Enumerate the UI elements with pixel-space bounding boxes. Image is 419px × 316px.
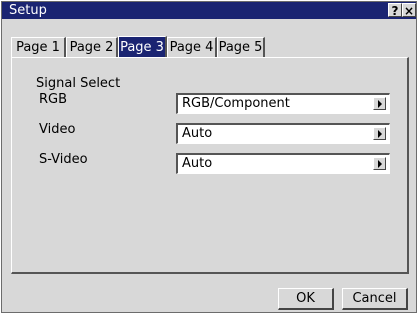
signal-select-heading: Signal Select <box>36 76 121 91</box>
video-select-value: Auto <box>182 126 213 141</box>
title-bar[interactable]: Setup ? × <box>2 2 416 19</box>
cancel-button[interactable]: Cancel <box>342 288 408 310</box>
window-title: Setup <box>9 3 47 18</box>
dropdown-arrow-icon[interactable] <box>373 157 386 170</box>
title-buttons: ? × <box>388 3 416 18</box>
rgb-select[interactable]: RGB/Component <box>176 93 390 114</box>
rgb-select-value: RGB/Component <box>182 96 290 111</box>
video-select[interactable]: Auto <box>176 123 390 144</box>
video-label: Video <box>39 122 76 137</box>
tab-page-2[interactable]: Page 2 <box>66 37 118 57</box>
s-video-label: S-Video <box>39 152 88 167</box>
dropdown-arrow-icon[interactable] <box>373 97 386 110</box>
tab-page-5[interactable]: Page 5 <box>217 37 265 57</box>
close-icon[interactable]: × <box>402 3 416 18</box>
ok-button[interactable]: OK <box>278 288 334 310</box>
rgb-label: RGB <box>39 92 68 107</box>
s-video-select[interactable]: Auto <box>176 153 390 174</box>
tab-page-4[interactable]: Page 4 <box>167 37 217 57</box>
tab-page-3[interactable]: Page 3 <box>118 36 167 58</box>
setup-dialog: Setup ? × Page 1 Page 2 Page 3 Page 4 Pa… <box>1 1 417 313</box>
tab-page-1[interactable]: Page 1 <box>11 37 66 57</box>
help-icon[interactable]: ? <box>388 3 402 18</box>
s-video-select-value: Auto <box>182 156 213 171</box>
dropdown-arrow-icon[interactable] <box>373 127 386 140</box>
